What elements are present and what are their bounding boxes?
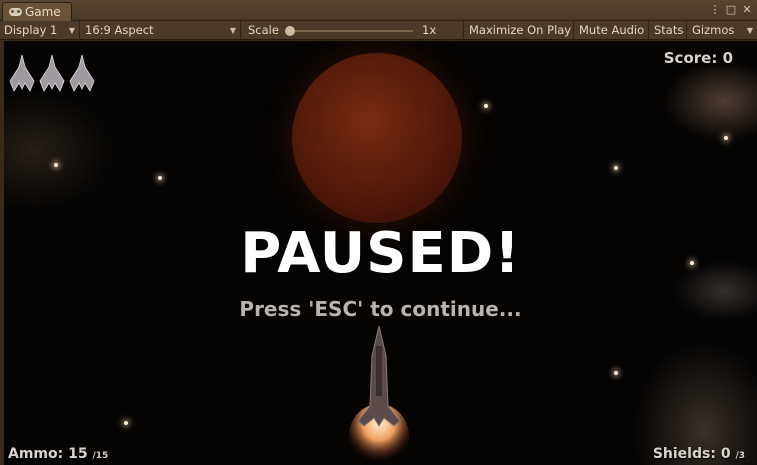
shields-max: /3: [735, 451, 745, 461]
chevron-down-icon: ▼: [68, 26, 75, 35]
shields-display: Shields: 0 /3: [653, 446, 745, 462]
maximize-on-play-toggle[interactable]: Maximize On Play: [465, 21, 574, 40]
score-display: Score: 0: [664, 49, 733, 67]
star-sprite: [54, 163, 58, 167]
lives-indicator: [8, 53, 96, 93]
close-icon[interactable]: ✕: [740, 3, 754, 17]
gizmos-dropdown[interactable]: Gizmos ▼: [688, 21, 757, 40]
star-sprite: [158, 176, 162, 180]
star-sprite: [614, 371, 618, 375]
chevron-down-icon: ▼: [229, 26, 236, 35]
life-ship-icon: [9, 54, 35, 92]
star-sprite: [484, 104, 488, 108]
display-dropdown[interactable]: Display 1 ▼: [0, 21, 80, 40]
ammo-max: /15: [92, 451, 109, 461]
shields-value: 0: [720, 446, 731, 462]
scale-label: Scale: [248, 23, 279, 37]
ammo-label: Ammo:: [8, 446, 64, 462]
life-ship-icon: [69, 54, 95, 92]
life-ship-icon: [39, 54, 65, 92]
aspect-dropdown-label: 16:9 Aspect: [85, 23, 154, 37]
paused-title: PAUSED!: [240, 221, 521, 286]
gizmos-label: Gizmos: [692, 23, 735, 37]
star-sprite: [124, 421, 128, 425]
stats-label: Stats: [654, 23, 684, 37]
score-value: 0: [722, 49, 733, 67]
planet-image: [292, 53, 462, 223]
ammo-value: 15: [68, 446, 88, 462]
maximize-icon[interactable]: □: [724, 3, 738, 17]
menu-icon[interactable]: ⋮: [708, 3, 722, 17]
scale-value: 1x: [422, 23, 437, 37]
paused-subtitle: Press 'ESC' to continue...: [239, 297, 522, 321]
star-sprite: [724, 136, 728, 140]
editor-tab-bar: Game ⋮ □ ✕: [0, 0, 757, 21]
scale-slider-thumb[interactable]: [285, 26, 295, 36]
aspect-dropdown[interactable]: 16:9 Aspect ▼: [81, 21, 241, 40]
tab-game[interactable]: Game: [2, 2, 72, 21]
maximize-on-play-label: Maximize On Play: [469, 23, 572, 37]
display-dropdown-label: Display 1: [4, 23, 58, 37]
mute-audio-toggle[interactable]: Mute Audio: [575, 21, 649, 40]
player-ship-sprite: [349, 326, 409, 465]
star-sprite: [614, 166, 618, 170]
shields-label: Shields:: [652, 446, 716, 462]
gamepad-icon: [9, 8, 22, 16]
ammo-display: Ammo: 15 /15: [8, 446, 108, 462]
scale-slider-track[interactable]: [293, 30, 413, 32]
mute-audio-label: Mute Audio: [579, 23, 645, 37]
tab-game-label: Game: [25, 5, 61, 19]
chevron-down-icon: ▼: [746, 26, 753, 35]
score-label: Score:: [663, 49, 718, 67]
stats-toggle[interactable]: Stats: [650, 21, 687, 40]
game-viewport[interactable]: Score: 0 Ammo: 15 /15 Shields: 0 /3 PAUS…: [4, 41, 757, 465]
